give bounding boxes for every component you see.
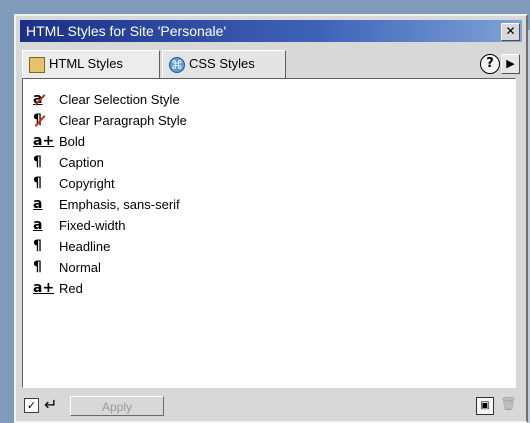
tab-css-styles[interactable]: ⌘ CSS Styles <box>162 50 286 78</box>
trash-icon[interactable]: 🗑 <box>500 397 517 413</box>
paragraph-style-icon: ¶ <box>33 259 42 275</box>
window-title-bar[interactable]: HTML Styles for Site 'Personale' ✕ <box>20 20 522 42</box>
list-item[interactable]: a Emphasis, sans-serif <box>23 194 515 215</box>
panel-footer: ✓ ↵ Apply ▣ 🗑 <box>22 396 520 418</box>
window-title: HTML Styles for Site 'Personale' <box>26 23 227 39</box>
tab-label: HTML Styles <box>49 56 123 71</box>
paragraph-style-icon: ¶ <box>33 175 42 191</box>
tab-html-styles[interactable]: HTML Styles <box>22 50 160 78</box>
style-name: Normal <box>59 260 101 275</box>
apply-button[interactable]: Apply <box>70 396 164 416</box>
style-name: Fixed-width <box>59 218 126 233</box>
style-name: Headline <box>59 239 111 254</box>
list-item[interactable]: ¶ Copyright <box>23 173 515 194</box>
panel-options-arrow-icon[interactable]: ▶ <box>501 54 520 74</box>
auto-apply-checkbox[interactable]: ✓ <box>24 398 39 413</box>
list-item[interactable]: a+ Bold <box>23 131 515 152</box>
tab-label: CSS Styles <box>189 56 255 71</box>
html-styles-icon <box>29 57 45 73</box>
list-item[interactable]: ¶ Headline <box>23 236 515 257</box>
list-item[interactable]: ¶ Normal <box>23 257 515 278</box>
html-styles-panel: HTML Styles for Site 'Personale' ✕ HTML … <box>14 14 528 423</box>
style-name: Emphasis, sans-serif <box>59 197 180 212</box>
list-item[interactable]: ¶ Clear Paragraph Style <box>23 110 515 131</box>
css-styles-icon: ⌘ <box>169 57 185 73</box>
list-item[interactable]: ¶ Caption <box>23 152 515 173</box>
new-style-icon[interactable]: ▣ <box>476 397 494 415</box>
list-item[interactable]: a Fixed-width <box>23 215 515 236</box>
list-item[interactable]: a+ Red <box>23 278 515 299</box>
selection-style-icon: a <box>33 196 43 212</box>
help-icon[interactable]: ? <box>480 54 500 74</box>
selection-style-icon: a <box>33 217 43 233</box>
paragraph-style-icon: ¶ <box>33 154 42 170</box>
clear-selection-style-icon: a <box>33 91 55 108</box>
style-name: Caption <box>59 155 104 170</box>
style-name: Copyright <box>59 176 115 191</box>
paragraph-style-icon: ¶ <box>33 238 42 254</box>
style-name: Red <box>59 281 83 296</box>
close-icon[interactable]: ✕ <box>501 23 520 41</box>
style-name: Bold <box>59 134 86 149</box>
selection-style-additive-icon: a+ <box>33 133 55 149</box>
style-name: Clear Paragraph Style <box>59 113 187 128</box>
clear-paragraph-style-icon: ¶ <box>33 112 55 129</box>
html-styles-list[interactable]: a Clear Selection Style ¶ Clear Paragrap… <box>22 78 516 388</box>
selection-style-additive-icon: a+ <box>33 280 55 296</box>
return-icon: ↵ <box>44 395 58 414</box>
style-name: Clear Selection Style <box>59 92 180 107</box>
list-item[interactable]: a Clear Selection Style <box>23 89 515 110</box>
